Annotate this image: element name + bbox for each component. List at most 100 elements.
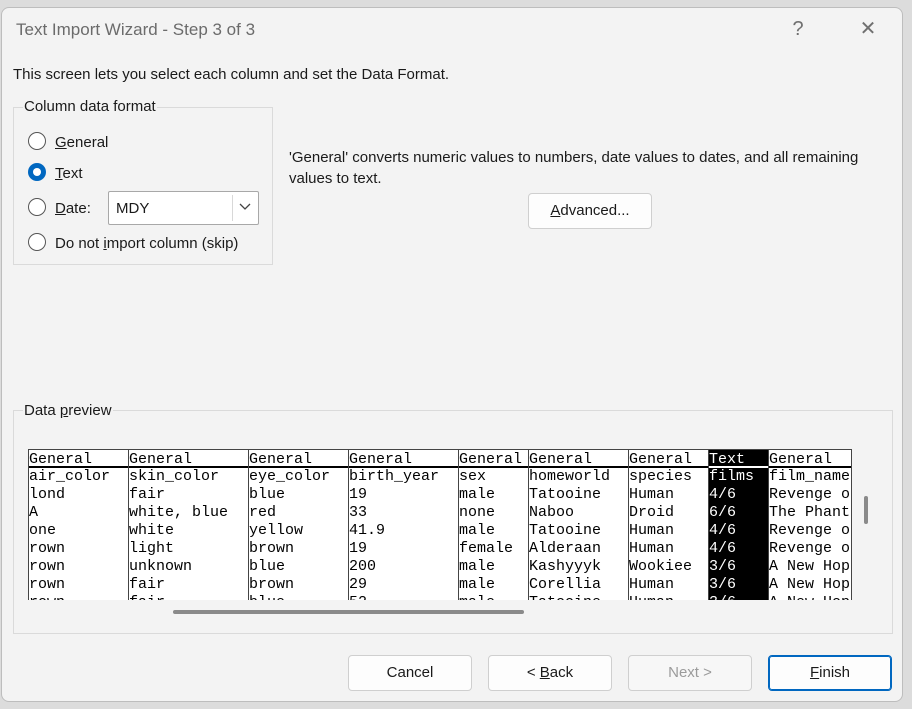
text-import-wizard-dialog: Text Import Wizard - Step 3 of 3 ? ✕ Thi… (1, 7, 903, 702)
preview-cell: Human (629, 486, 675, 503)
column-data-format-legend: Column data format (23, 98, 157, 115)
column-format-header[interactable]: General (129, 450, 248, 468)
preview-column[interactable]: Generalbirth_year193341.9192002952 (349, 450, 459, 600)
preview-cell: Human (629, 540, 675, 557)
finish-button[interactable]: Finish (768, 655, 892, 691)
column-format-header[interactable]: General (349, 450, 458, 468)
preview-cell: A New Hop (769, 576, 851, 593)
radio-text[interactable]: Text (28, 163, 228, 185)
radio-skip-indicator[interactable] (28, 233, 46, 251)
data-preview-grid[interactable]: Generalair_colorlondAonerownrownrownrown… (28, 449, 852, 600)
radio-general-indicator[interactable] (28, 132, 46, 150)
close-button[interactable]: ✕ (848, 14, 888, 44)
date-format-select[interactable]: MDY (108, 191, 259, 225)
preview-cell: blue (249, 594, 348, 600)
preview-cell: film_name (769, 468, 851, 485)
radio-general-label: General (55, 134, 109, 151)
preview-cell: species (629, 468, 693, 485)
preview-cell: Human (629, 594, 708, 600)
preview-cell: fair (129, 576, 166, 593)
column-format-header[interactable]: General (249, 450, 348, 468)
preview-cell: Revenge o (769, 522, 851, 539)
intro-text: This screen lets you select each column … (13, 66, 450, 83)
dropdown-button[interactable] (232, 195, 256, 221)
preview-column[interactable]: Textfilms4/66/64/64/63/63/63/6 (709, 450, 769, 600)
preview-cell: 29 (349, 576, 368, 593)
preview-cell: unknown (129, 558, 193, 575)
preview-cell: fair (129, 594, 248, 600)
help-button[interactable]: ? (778, 14, 818, 44)
preview-column[interactable]: General species Human Droid Human Human Wookie… (629, 450, 709, 600)
column-format-header[interactable]: Text (709, 450, 768, 468)
preview-cell: brown (249, 540, 295, 557)
column-format-header[interactable]: General (529, 450, 628, 468)
preview-cell: brown (249, 576, 295, 593)
preview-cell: white (129, 522, 175, 539)
preview-cell: 4/6 (709, 522, 737, 539)
preview-cell: Tatooine (529, 522, 602, 539)
column-format-header[interactable]: General (629, 450, 708, 468)
radio-general[interactable]: General (28, 132, 228, 154)
radio-date[interactable]: Date: (28, 198, 98, 220)
vertical-scrollbar[interactable] (864, 496, 868, 524)
format-description: 'General' converts numeric values to num… (289, 149, 859, 187)
date-format-value: MDY (116, 200, 150, 217)
next-button[interactable]: Next > (628, 655, 752, 691)
cancel-button[interactable]: Cancel (348, 655, 472, 691)
preview-cell: 6/6 (709, 504, 737, 521)
preview-cell: A New Hop (769, 558, 851, 575)
close-icon: ✕ (859, 18, 877, 40)
preview-column[interactable]: General skin_color fair white, blue white lig… (129, 450, 249, 600)
preview-cell: sex (459, 468, 487, 485)
preview-cell: male (459, 576, 496, 593)
radio-date-indicator[interactable] (28, 198, 46, 216)
preview-cell: male (459, 594, 528, 600)
preview-cell: homeworld (529, 468, 611, 485)
preview-cell: yellow (249, 522, 304, 539)
question-mark-icon: ? (792, 18, 804, 40)
preview-cell: eye_color (249, 468, 331, 485)
preview-cell: The Phant (769, 504, 851, 521)
preview-column[interactable]: Generalsexmalenonemalefemalemalemalemale (459, 450, 529, 600)
preview-cell: male (459, 486, 496, 503)
preview-cell: Kashyyyk (529, 558, 602, 575)
preview-cell: Human (629, 576, 675, 593)
radio-text-indicator[interactable] (28, 163, 46, 181)
back-button[interactable]: < Back (488, 655, 612, 691)
preview-cell: rown (29, 594, 128, 600)
preview-cell: fair (129, 486, 166, 503)
preview-cell: one (29, 522, 57, 539)
preview-cell: male (459, 558, 496, 575)
preview-cell: 19 (349, 486, 368, 503)
preview-cell: rown (29, 576, 66, 593)
preview-cell: 3/6 (709, 558, 737, 575)
preview-cell: skin_color (129, 468, 220, 485)
preview-column[interactable]: General film_name Revenge o The Phant Reveng… (769, 450, 851, 600)
preview-column[interactable]: General eye_color blue red yellow brown blue br… (249, 450, 349, 600)
preview-cell: films (709, 468, 755, 485)
preview-cell: light (129, 540, 175, 557)
preview-cell: female (459, 540, 514, 557)
advanced-button[interactable]: Advanced... (528, 193, 652, 229)
preview-column[interactable]: Generalair_colorlondAonerownrownrownrown (29, 450, 129, 600)
preview-cell: male (459, 522, 496, 539)
preview-cell: lond (29, 486, 66, 503)
column-format-header[interactable]: General (459, 450, 528, 468)
preview-column[interactable]: General homeworld Tatooine Naboo Tatooine Ald… (529, 450, 629, 600)
preview-cell: 4/6 (709, 540, 737, 557)
column-format-header[interactable]: General (769, 450, 851, 468)
preview-cell: white, blue (129, 504, 229, 521)
preview-cell: Revenge o (769, 486, 851, 503)
radio-skip-label: Do not import column (skip) (55, 235, 239, 252)
dialog-title: Text Import Wizard - Step 3 of 3 (16, 20, 256, 39)
preview-cell: Alderaan (529, 540, 602, 557)
preview-cell: blue (249, 558, 286, 575)
radio-skip[interactable]: Do not import column (skip) (28, 233, 268, 255)
preview-cell: Revenge o (769, 540, 851, 557)
preview-cell: none (459, 504, 496, 521)
preview-cell: 19 (349, 540, 368, 557)
horizontal-scrollbar[interactable] (173, 610, 524, 614)
preview-cell: Human (629, 522, 675, 539)
column-format-header[interactable]: General (29, 450, 128, 468)
radio-date-label: Date: (55, 200, 91, 217)
